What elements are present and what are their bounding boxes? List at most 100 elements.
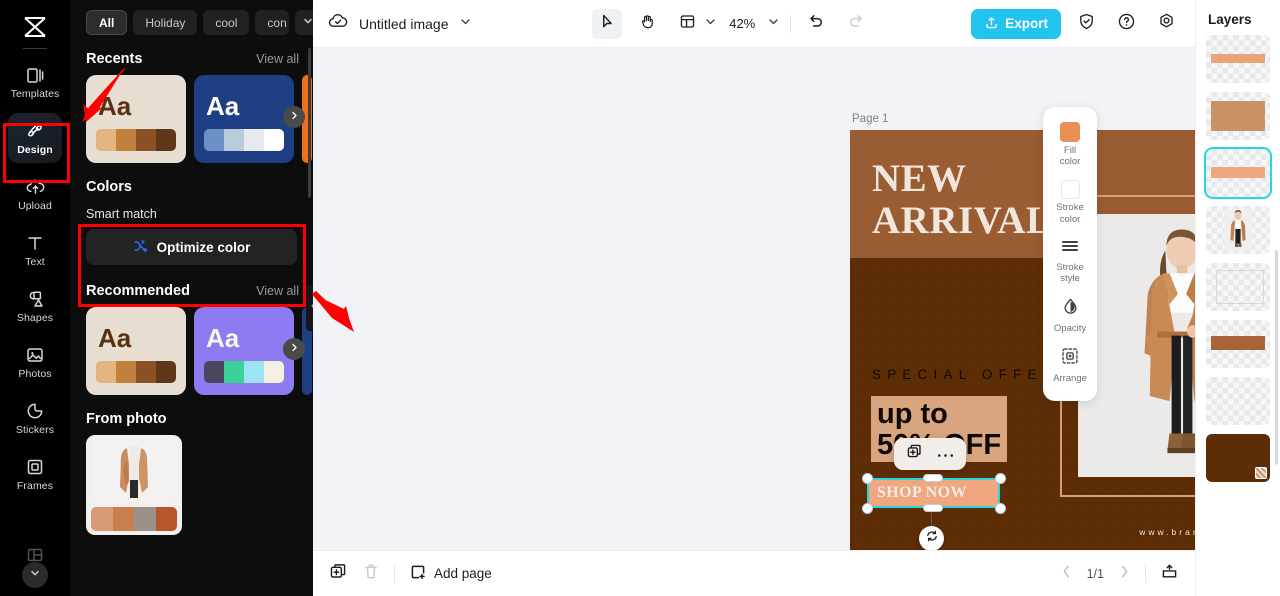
palette-swatch-strip xyxy=(96,129,176,151)
rail-more-button[interactable] xyxy=(22,562,48,588)
zoom-caret-icon[interactable] xyxy=(767,15,780,33)
section-title: From photo xyxy=(86,411,167,427)
sidebar-item-frames[interactable]: Frames xyxy=(8,449,62,499)
recents-view-all-link[interactable]: View all xyxy=(256,52,299,66)
recents-next-button[interactable] xyxy=(283,106,305,128)
resize-handle-top-center[interactable] xyxy=(923,474,943,482)
layout-icon-wrap[interactable] xyxy=(672,9,702,39)
resize-handle-bottom-left[interactable] xyxy=(862,503,873,514)
add-page-button[interactable]: Add page xyxy=(409,563,492,584)
question-circle-icon xyxy=(1117,12,1136,36)
delete-page-button[interactable] xyxy=(362,562,380,586)
shield-check-icon xyxy=(1077,12,1096,36)
poster-special-offer-text[interactable]: SPECIAL OFFER xyxy=(872,367,1059,382)
undo-button[interactable] xyxy=(801,9,831,39)
filter-chips-expand-button[interactable] xyxy=(295,10,313,35)
filter-chip-cool[interactable]: cool xyxy=(203,10,250,35)
redo-button[interactable] xyxy=(841,9,871,39)
capcut-logo-icon[interactable] xyxy=(15,10,55,44)
palette-card[interactable]: Aa xyxy=(194,307,294,395)
layer-item-block-tan[interactable] xyxy=(1206,92,1270,140)
layers-panel: Layers xyxy=(1195,0,1280,596)
document-title-caret-icon[interactable] xyxy=(459,15,472,33)
settings-button[interactable] xyxy=(1151,9,1181,39)
poster-brand-url[interactable]: www.brandname.com xyxy=(1139,527,1195,537)
layer-item-frame-outline[interactable] xyxy=(1206,263,1270,311)
rotate-handle-button[interactable] xyxy=(919,526,944,550)
sidebar-item-upload[interactable]: Upload xyxy=(8,169,62,219)
sidebar-item-label: Stickers xyxy=(15,424,55,436)
select-tool-button[interactable] xyxy=(592,8,623,39)
export-label: Export xyxy=(1005,16,1048,31)
from-photo-card[interactable] xyxy=(86,435,182,535)
next-page-button[interactable] xyxy=(1118,564,1131,584)
shield-button[interactable] xyxy=(1071,9,1101,39)
duplicate-page-button[interactable] xyxy=(329,562,348,586)
layers-title: Layers xyxy=(1208,12,1252,27)
from-photo-thumbnail xyxy=(91,440,177,502)
layer-item-model-photo[interactable] xyxy=(1206,206,1270,254)
stroke-style-tool[interactable]: Stroke style xyxy=(1043,231,1097,290)
resize-handle-bottom-center[interactable] xyxy=(923,504,943,512)
layers-scrollbar[interactable] xyxy=(1275,250,1278,465)
layout-caret-icon[interactable] xyxy=(704,15,717,33)
layer-item-bar-brown[interactable] xyxy=(1206,320,1270,368)
duplicate-icon[interactable] xyxy=(906,443,923,465)
zoom-level-value[interactable]: 42% xyxy=(727,16,757,31)
sidebar-item-text[interactable]: Text xyxy=(8,225,62,275)
export-button[interactable]: Export xyxy=(971,8,1061,39)
sidebar-item-stickers[interactable]: Stickers xyxy=(8,393,62,443)
sidebar-item-label: Upload xyxy=(18,200,52,212)
recommended-next-button[interactable] xyxy=(283,338,305,360)
sidebar-item-photos[interactable]: Photos xyxy=(8,337,62,387)
photos-icon xyxy=(24,344,46,366)
layout-tool-button[interactable] xyxy=(672,9,717,39)
prev-page-button[interactable] xyxy=(1060,564,1073,584)
resize-handle-bottom-right[interactable] xyxy=(995,503,1006,514)
palette-card[interactable]: Aa xyxy=(86,307,186,395)
canvas-stage[interactable]: Page 1 NEW ARRIVAL SPECIAL OFFER up to O… xyxy=(313,48,1195,550)
recommended-view-all-link[interactable]: View all xyxy=(256,284,299,298)
sidebar-item-label: Templates xyxy=(10,88,60,100)
document-title[interactable]: Untitled image xyxy=(359,16,449,32)
layer-item-bar-peach[interactable] xyxy=(1206,35,1270,83)
undo-icon xyxy=(807,12,825,35)
chevron-right-icon xyxy=(289,110,300,124)
present-button[interactable] xyxy=(1160,562,1179,586)
stroke-style-label: Stroke style xyxy=(1056,261,1084,285)
palette-card[interactable]: Aa xyxy=(86,75,186,163)
fill-color-tool[interactable]: Fill color xyxy=(1043,115,1097,173)
filter-chip-holiday[interactable]: Holiday xyxy=(133,10,198,35)
sidebar-item-templates[interactable]: Templates xyxy=(8,57,62,107)
arrange-tool[interactable]: Arrange xyxy=(1043,340,1097,390)
panel-scrollbar[interactable] xyxy=(308,48,311,198)
sidebar-item-label: Frames xyxy=(16,480,54,492)
resize-handle-top-left[interactable] xyxy=(862,473,873,484)
brand-url-plain: www.brand xyxy=(1139,527,1195,537)
layer-item-background-dark[interactable] xyxy=(1206,434,1270,482)
smart-match-label: Smart match xyxy=(86,207,157,221)
resize-handle-top-right[interactable] xyxy=(995,473,1006,484)
sidebar-item-shapes[interactable]: Shapes xyxy=(8,281,62,331)
export-upload-icon xyxy=(984,15,999,33)
palette-card[interactable]: Aa xyxy=(194,75,294,163)
help-button[interactable] xyxy=(1111,9,1141,39)
arrange-label: Arrange xyxy=(1053,373,1087,385)
poster-headline[interactable]: NEW ARRIVAL xyxy=(872,158,1053,242)
layer-item-empty[interactable] xyxy=(1206,377,1270,425)
cloud-saved-icon[interactable] xyxy=(327,11,349,36)
more-horizontal-icon[interactable] xyxy=(937,445,954,463)
panel-collapse-button[interactable] xyxy=(306,285,313,331)
optimize-color-button[interactable]: Optimize color xyxy=(86,229,297,265)
filter-chip-all[interactable]: All xyxy=(86,10,128,35)
filter-chip-con[interactable]: con xyxy=(255,10,290,35)
hand-tool-button[interactable] xyxy=(632,9,662,39)
section-title: Colors xyxy=(86,179,132,195)
element-context-toolbar[interactable] xyxy=(894,438,966,470)
sidebar-item-design[interactable]: Design xyxy=(8,113,62,163)
layer-item-bar-salmon[interactable] xyxy=(1204,147,1272,199)
templates-icon xyxy=(24,64,46,86)
stroke-color-tool[interactable]: Stroke color xyxy=(1043,173,1097,230)
opacity-label: Opacity xyxy=(1053,323,1087,335)
opacity-tool[interactable]: Opacity xyxy=(1043,290,1097,340)
